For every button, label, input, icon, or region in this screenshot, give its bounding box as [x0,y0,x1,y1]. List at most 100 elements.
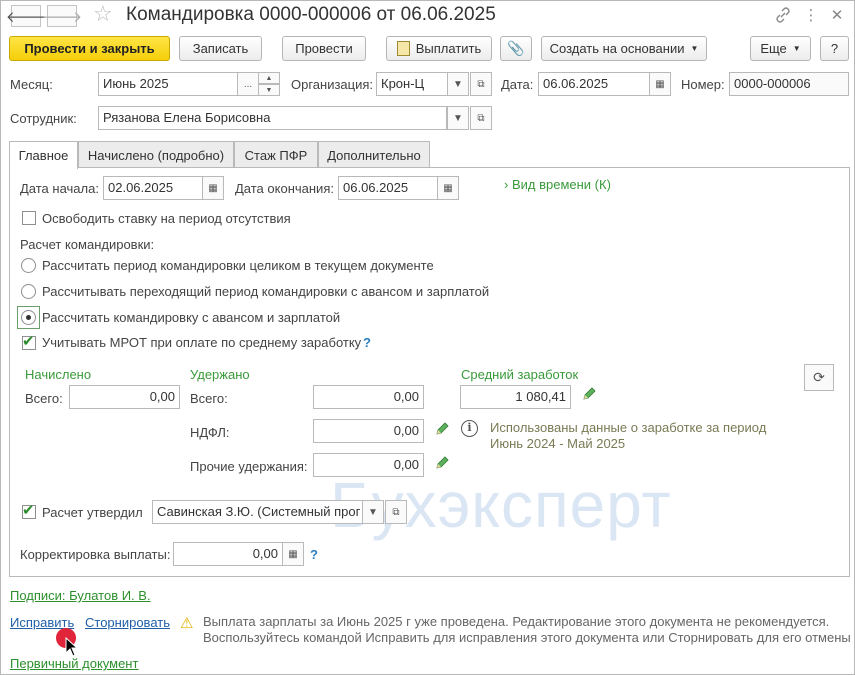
other-deductions-field[interactable]: 0,00 [313,453,424,477]
document-window: 🡐 🡒 ☆ Командировка 0000-000006 от 06.06.… [0,0,855,675]
month-up-icon[interactable]: ▲ [258,72,280,84]
approved-by-field[interactable]: Савинская З.Ю. (Системный прог [152,500,363,524]
warning-text-line2: Воспользуйтесь командой Исправить для ис… [203,630,851,645]
average-earnings-field[interactable]: 1 080,41 [460,385,571,409]
start-date-label: Дата начала: [20,181,99,196]
month-down-icon[interactable]: ▼ [258,84,280,96]
avg-edit-pencil-icon[interactable] [581,386,597,402]
option-with-advance-radio[interactable] [21,310,36,325]
more-button-label: Еще [760,41,787,56]
arrow-right-icon: 🡒 [41,8,83,26]
date-field[interactable]: 06.06.2025 [538,72,650,96]
info-text-line2: Июнь 2024 - Май 2025 [490,436,626,451]
favorite-star-icon[interactable]: ☆ [93,3,113,25]
organization-dropdown-icon[interactable]: ▼ [447,72,469,96]
end-date-field[interactable]: 06.06.2025 [338,176,438,200]
reverse-link[interactable]: Сторнировать [85,615,170,630]
organization-label: Организация: [291,77,374,92]
post-and-close-button[interactable]: Провести и закрыть [9,36,170,61]
forward-button[interactable]: 🡒 [42,5,82,27]
option-with-advance-label: Рассчитать командировку с авансом и зарп… [42,310,341,325]
tab-additional[interactable]: Дополнительно [318,141,430,168]
calculator-icon[interactable]: ▦ [282,542,304,566]
month-label: Месяц: [10,77,53,92]
refresh-icon[interactable]: ⟳ [804,364,834,391]
start-date-field[interactable]: 02.06.2025 [103,176,203,200]
employee-dropdown-icon[interactable]: ▼ [447,106,469,130]
free-rate-checkbox[interactable] [22,211,36,225]
create-based-on-label: Создать на основании [549,41,685,56]
other-edit-pencil-icon[interactable] [434,455,450,471]
start-calendar-icon[interactable]: ▦ [202,176,224,200]
signatures-link[interactable]: Подписи: Булатов И. В. [10,588,151,603]
approved-dropdown-icon[interactable]: ▼ [362,500,384,524]
close-icon[interactable]: ✕ [827,5,847,25]
other-deductions-label: Прочие удержания: [190,459,308,474]
date-label: Дата: [501,77,534,92]
tab-pension-experience[interactable]: Стаж ПФР [234,141,318,168]
primary-document-link[interactable]: Первичный документ [10,656,138,671]
warning-text-line1: Выплата зарплаты за Июнь 2025 г уже пров… [203,614,830,629]
pay-button-label: Выплатить [415,41,482,56]
option-transitional-radio[interactable] [21,284,36,299]
calc-method-label: Расчет командировки: [20,237,155,252]
mrot-label: Учитывать МРОТ при оплате по среднему за… [42,335,362,350]
help-button[interactable]: ? [820,36,849,61]
link-icon[interactable] [773,5,793,25]
mrot-help-icon[interactable]: ? [363,335,371,350]
attach-button[interactable]: 📎 [500,36,532,61]
end-calendar-icon[interactable]: ▦ [437,176,459,200]
month-field[interactable]: Июнь 2025 [98,72,238,96]
time-view-label: Вид времени (К) [511,177,611,192]
approved-label: Расчет утвердил [42,505,143,520]
correction-help-icon[interactable]: ? [310,547,318,562]
window-title: Командировка 0000-000006 от 06.06.2025 [126,4,496,25]
employee-field[interactable]: Рязанова Елена Борисовна [98,106,447,130]
document-icon [396,41,410,56]
employee-label: Сотрудник: [10,111,77,126]
mrot-checkbox[interactable] [22,332,36,350]
option-transitional-label: Рассчитывать переходящий период командир… [42,284,490,299]
month-select-button[interactable]: ... [237,72,259,96]
save-button[interactable]: Записать [179,36,262,61]
back-button[interactable]: 🡐 [6,5,46,27]
accrued-total-label: Всего: [25,391,63,406]
more-button[interactable]: Еще ▼ [750,36,811,61]
arrow-left-icon: 🡐 [5,8,47,26]
employee-open-icon[interactable]: ⧉ [470,106,492,130]
info-text-line1: Использованы данные о заработке за перио… [490,420,767,435]
ndfl-label: НДФЛ: [190,425,230,440]
tab-accrued-detail[interactable]: Начислено (подробно) [78,141,234,168]
withheld-header: Удержано [190,367,250,382]
tab-main[interactable]: Главное [9,141,78,169]
pay-button[interactable]: Выплатить [386,36,492,61]
correction-label: Корректировка выплаты: [20,547,171,562]
option-full-period-radio[interactable] [21,258,36,273]
accrued-header: Начислено [25,367,92,382]
create-based-on-button[interactable]: Создать на основании ▼ [541,36,707,61]
ndfl-edit-pencil-icon[interactable] [434,421,450,437]
ndfl-field[interactable]: 0,00 [313,419,424,443]
average-earnings-header: Средний заработок [461,367,579,382]
accrued-total-field[interactable]: 0,00 [69,385,180,409]
mouse-cursor-icon [65,637,79,657]
approved-open-icon[interactable]: ⧉ [385,500,407,524]
organization-open-icon[interactable]: ⧉ [470,72,492,96]
withheld-total-label: Всего: [190,391,228,406]
end-date-label: Дата окончания: [235,181,334,196]
calendar-icon[interactable]: ▦ [649,72,671,96]
free-rate-label: Освободить ставку на период отсутствия [42,211,291,226]
number-field[interactable]: 0000-000006 [729,72,849,96]
chevron-right-icon: › [504,177,509,192]
number-label: Номер: [681,77,725,92]
more-icon[interactable]: ⋮ [801,5,821,25]
post-button[interactable]: Провести [282,36,366,61]
withheld-total-field[interactable]: 0,00 [313,385,424,409]
approved-checkbox[interactable] [22,501,36,519]
dropdown-arrow-icon: ▼ [690,44,699,53]
correction-field[interactable]: 0,00 [173,542,283,566]
dropdown-arrow-icon: ▼ [792,44,801,53]
organization-field[interactable]: Крон-Ц [376,72,448,96]
paperclip-icon: 📎 [507,40,525,56]
time-view-link[interactable]: › Вид времени (К) [504,177,611,192]
